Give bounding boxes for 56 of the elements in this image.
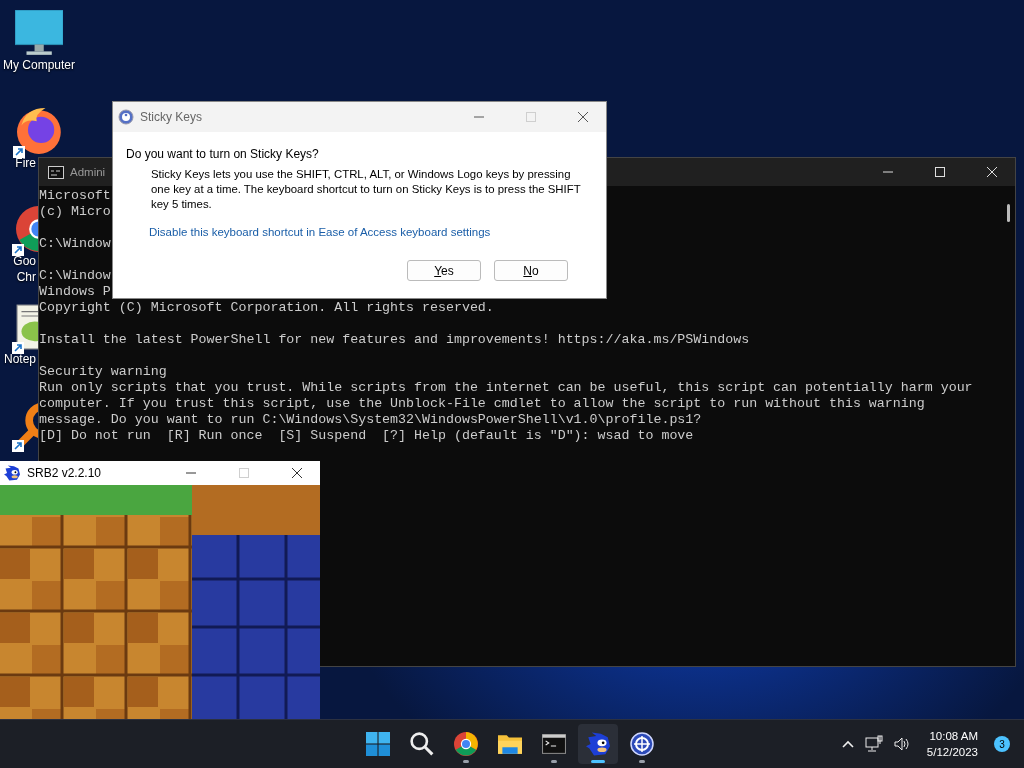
ring-handle-icon[interactable] [16,402,38,448]
console-line: Install the latest PowerShell for new features and improvements! https://aka.ms/PSWindows [39,332,750,348]
maximize-icon [526,112,536,122]
desktop-icon-label[interactable]: Notep [0,352,36,366]
minimize-icon [883,171,893,173]
console-line: Microsoft [39,188,111,204]
console-line: Copyright (C) Microsoft Corporation. All rights reserved. [39,300,494,316]
dialog-title: Sticky Keys [140,110,202,124]
fox-globe-icon[interactable] [17,108,61,154]
close-icon [578,112,588,122]
dialog-question: Do you want to turn on Sticky Keys? [126,147,320,161]
compass-icon [630,732,654,756]
minimize-icon [186,472,196,474]
hedgehog-icon [586,732,610,756]
volume-icon[interactable] [892,735,911,753]
console-line: Run only scripts that you trust. While scripts from the internet can be useful, this script can potentially harm your [39,380,973,396]
console-line: (c) Micro [39,204,111,220]
dialog-message: Sticky Keys lets you use the SHIFT, CTRL, ALT, or Windows Logo keys by pressing one key at a time. The keyboard shortcut to turn on Sticky Keys is to press the SHIFT key 5 times. [151,167,582,212]
chrome-icon [454,732,478,756]
monitor-icon[interactable] [14,10,64,56]
window-title: Admini [70,166,106,178]
console-line: C:\Window [39,268,111,284]
console-line: Security warning [39,364,167,380]
desktop-icon-label[interactable]: Goo [0,254,36,268]
folder-icon [498,732,522,756]
notepad-icon[interactable] [16,304,38,350]
window-title: SRB2 v2.2.10 [27,466,102,480]
windows-start-icon [366,732,390,756]
desktop-icon-label[interactable]: Fire [0,156,36,170]
dialog-button[interactable]: Yes [407,260,481,281]
dialog-button[interactable]: No [494,260,568,281]
search-icon [410,732,434,756]
scrollbar-thumb[interactable] [1006,204,1010,222]
clock-time[interactable]: 10:08 AM [929,728,978,744]
terminal-icon [542,732,566,756]
maximize-icon [935,167,945,177]
minimize-icon [474,116,484,118]
maximize-icon [239,468,249,478]
hedgehog-icon [4,465,20,481]
console-line: message. Do you want to run C:\Windows\System32\WindowsPowerShell\v1.0\profile.ps1? [39,412,702,428]
desktop-icon-label[interactable]: My Computer [3,58,75,72]
desktop-icon-label[interactable]: Chr [0,270,36,284]
accessibility-icon [118,109,134,125]
console-icon [48,165,64,179]
taskbar-button[interactable] [578,724,618,764]
clock-date[interactable]: 5/12/2023 [926,744,978,760]
console-line: [D] Do not run [R] Run once [S] Suspend [?] Help (default is "D"): wsad to move [39,428,694,444]
settings-link[interactable]: Disable this keyboard shortcut in Ease of Access keyboard settings [149,226,491,238]
close-icon [987,167,997,177]
console-line: computer. If you trust this script, use the Unblock-File cmdlet to allow the script to run without this warning [39,396,925,412]
network-icon[interactable] [864,735,883,753]
chevron-up-icon[interactable] [840,739,855,749]
close-icon [292,468,302,478]
console-line: C:\Window [39,236,111,252]
console-line: Windows P [39,284,111,300]
notification-badge[interactable]: 3 [994,736,1010,752]
